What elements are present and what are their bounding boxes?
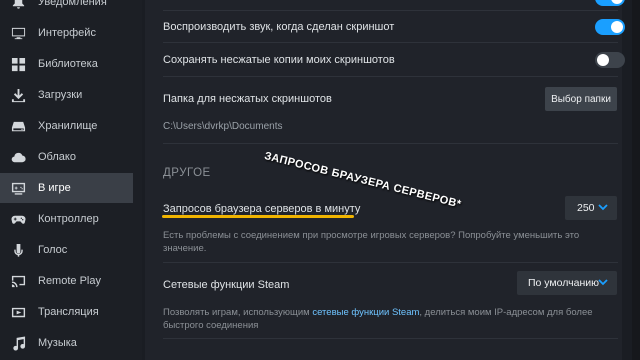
sidebar-item-label: Уведомления <box>38 0 107 8</box>
steam-networking-link[interactable]: сетевые функции Steam <box>312 307 419 318</box>
dropdown-value: 250 <box>577 202 595 214</box>
sidebar-item-voice[interactable]: Голос <box>0 235 133 265</box>
sidebar-item-interface[interactable]: Интерфейс <box>0 18 133 48</box>
section-heading-other: ДРУГОЕ <box>163 167 211 179</box>
sidebar-item-music[interactable]: Музыка <box>0 328 133 358</box>
sidebar-item-in-game[interactable]: В игре <box>0 173 133 203</box>
download-icon <box>10 87 26 103</box>
divider <box>163 143 618 144</box>
sidebar-item-label: Голос <box>38 244 68 256</box>
sidebar-item-label: Загрузки <box>38 89 83 101</box>
sidebar-item-label: Трансляция <box>38 306 99 318</box>
save-uncompressed-toggle[interactable] <box>595 52 625 68</box>
steam-networking-dropdown[interactable]: По умолчанию <box>517 271 617 295</box>
dropdown-value: По умолчанию <box>528 277 600 289</box>
remote-play-icon <box>10 273 26 289</box>
broadcast-icon <box>10 304 26 320</box>
sidebar-item-downloads[interactable]: Загрузки <box>0 80 133 110</box>
settings-sidebar: Уведомления Интерфейс Библиотека Загрузк… <box>0 0 142 360</box>
sidebar-item-cloud[interactable]: Облако <box>0 142 133 172</box>
sidebar-item-remote-play[interactable]: Remote Play <box>0 266 133 296</box>
sidebar-item-controller[interactable]: Контроллер <box>0 204 133 234</box>
play-sound-label: Воспроизводить звук, когда сделан скринш… <box>163 21 395 33</box>
drive-icon <box>10 118 26 134</box>
folder-label: Папка для несжатых скриншотов <box>163 93 332 105</box>
sidebar-item-label: В игре <box>38 182 71 194</box>
toggle-knob <box>597 54 609 66</box>
bell-icon <box>10 0 26 10</box>
server-browser-description: Есть проблемы с соединением при просмотр… <box>163 230 580 254</box>
scrollbar-track[interactable] <box>632 0 640 360</box>
desc-text: Позволять играм, использующим <box>163 307 313 318</box>
grid-icon <box>10 56 26 72</box>
divider <box>163 338 618 339</box>
chevron-down-icon <box>598 204 608 211</box>
sidebar-item-label: Библиотека <box>38 58 98 70</box>
cloud-icon <box>10 149 26 165</box>
server-browser-label: Запросов браузера серверов в минуту <box>163 203 361 215</box>
sidebar-item-library[interactable]: Библиотека <box>0 49 133 79</box>
steam-networking-description: Позволять играм, использующим сетевые фу… <box>163 306 613 332</box>
play-sound-toggle[interactable] <box>595 19 625 35</box>
sidebar-item-storage[interactable]: Хранилище <box>0 111 133 141</box>
folder-path: C:\Users\dvrkp\Documents <box>163 121 283 132</box>
sidebar-item-label: Хранилище <box>38 120 98 132</box>
sidebar-item-label: Remote Play <box>38 275 101 287</box>
divider <box>163 262 618 263</box>
sidebar-item-notifications[interactable]: Уведомления <box>0 0 133 17</box>
choose-folder-button[interactable]: Выбор папки <box>545 87 617 111</box>
steam-networking-label: Сетевые функции Steam <box>163 279 290 291</box>
toggle-knob <box>611 0 623 4</box>
music-icon <box>10 335 26 351</box>
sidebar-item-label: Облако <box>38 151 76 163</box>
save-uncompressed-label: Сохранять несжатые копии моих скриншотов <box>163 54 395 66</box>
sidebar-item-broadcast[interactable]: Трансляция <box>0 297 133 327</box>
toggle-knob <box>611 21 623 33</box>
microphone-icon <box>10 242 26 258</box>
controller-icon <box>10 211 26 227</box>
server-browser-dropdown[interactable]: 250 <box>565 196 617 220</box>
highlight-underline <box>162 215 354 218</box>
notification-toggle[interactable] <box>595 0 625 6</box>
chevron-down-icon <box>598 279 608 286</box>
sidebar-item-label: Музыка <box>38 337 77 349</box>
sidebar-item-label: Контроллер <box>38 213 99 225</box>
gamepad-screen-icon <box>10 180 26 196</box>
monitor-icon <box>10 25 26 41</box>
divider <box>163 42 618 43</box>
divider <box>163 10 618 11</box>
sidebar-item-label: Интерфейс <box>38 27 96 39</box>
divider <box>163 76 618 77</box>
